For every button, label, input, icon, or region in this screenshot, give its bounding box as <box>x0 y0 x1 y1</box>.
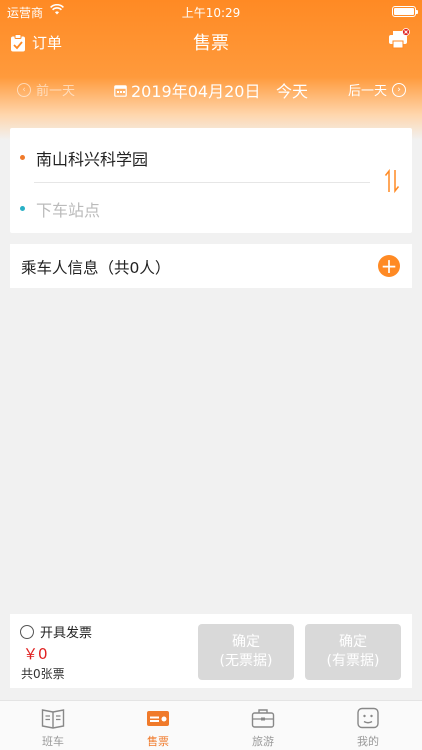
prev-day-button[interactable]: ‹ 前一天 <box>17 80 75 99</box>
profile-icon <box>357 707 379 729</box>
invoice-checkbox[interactable]: 开具发票 <box>20 622 92 641</box>
arrival-dot-icon <box>20 206 25 211</box>
next-day-label: 后一天 <box>347 84 387 99</box>
tab-profile[interactable]: 我的 <box>338 707 398 749</box>
total-price: ￥0 <box>23 645 48 663</box>
status-bar: 运营商 上午10:29 <box>0 0 422 22</box>
departure-station[interactable]: 南山科兴科学园 <box>36 146 148 170</box>
tab-bar: 班车 售票 旅游 我的 <box>0 700 422 750</box>
confirm-no-receipt-button[interactable]: 确定 (无票据) <box>198 624 294 680</box>
arrival-station-field[interactable]: 下车站点 <box>36 197 100 221</box>
radio-icon <box>20 624 34 639</box>
confirm-with-receipt-label: 确定 <box>339 634 367 650</box>
tab-tickets-label: 售票 <box>147 735 169 748</box>
selected-date: 2019年04月20日 <box>131 82 261 101</box>
confirm-no-receipt-label: 确定 <box>232 634 260 650</box>
invoice-label: 开具发票 <box>40 626 93 641</box>
ticket-count: 共0张票 <box>21 667 65 681</box>
nav-bar: 订单 售票 <box>0 24 422 64</box>
tab-schedule[interactable]: 班车 <box>23 707 83 749</box>
schedule-icon <box>41 709 65 729</box>
chevron-right-icon: › <box>392 82 406 97</box>
passenger-info-title: 乘车人信息（共0人） <box>21 259 171 277</box>
confirm-with-receipt-sublabel: (有票据) <box>326 653 380 669</box>
tab-travel[interactable]: 旅游 <box>233 707 293 749</box>
confirm-with-receipt-button[interactable]: 确定 (有票据) <box>305 624 401 680</box>
checkout-bar: 开具发票 ￥0 共0张票 确定 (无票据) 确定 (有票据) <box>10 614 412 688</box>
swap-stations-icon[interactable] <box>384 168 400 194</box>
prev-day-label: 前一天 <box>36 84 76 99</box>
page-title: 售票 <box>193 33 229 54</box>
briefcase-icon <box>251 709 275 728</box>
calendar-icon <box>114 84 127 97</box>
tab-tickets[interactable]: 售票 <box>128 707 188 749</box>
next-day-button[interactable]: 后一天 › <box>348 80 406 99</box>
chevron-left-icon: ‹ <box>17 82 31 97</box>
battery-icon <box>392 6 418 17</box>
station-divider <box>34 182 370 183</box>
station-card: 南山科兴科学园 下车站点 <box>10 128 412 233</box>
printer-icon[interactable] <box>388 28 410 50</box>
tab-schedule-label: 班车 <box>42 735 64 748</box>
tab-profile-label: 我的 <box>357 735 379 748</box>
departure-dot-icon <box>20 155 25 160</box>
date-picker[interactable]: 2019年04月20日 <box>114 78 260 102</box>
passenger-info-row[interactable]: 乘车人信息（共0人） + <box>10 244 412 288</box>
confirm-no-receipt-sublabel: (无票据) <box>219 653 273 669</box>
date-bar: ‹ 前一天 2019年04月20日 今天 后一天 › <box>0 78 422 102</box>
status-time: 上午10:29 <box>181 6 241 20</box>
today-label: 今天 <box>276 82 309 101</box>
add-passenger-icon[interactable]: + <box>378 255 400 277</box>
tab-travel-label: 旅游 <box>252 735 274 748</box>
ticket-icon <box>147 711 169 726</box>
